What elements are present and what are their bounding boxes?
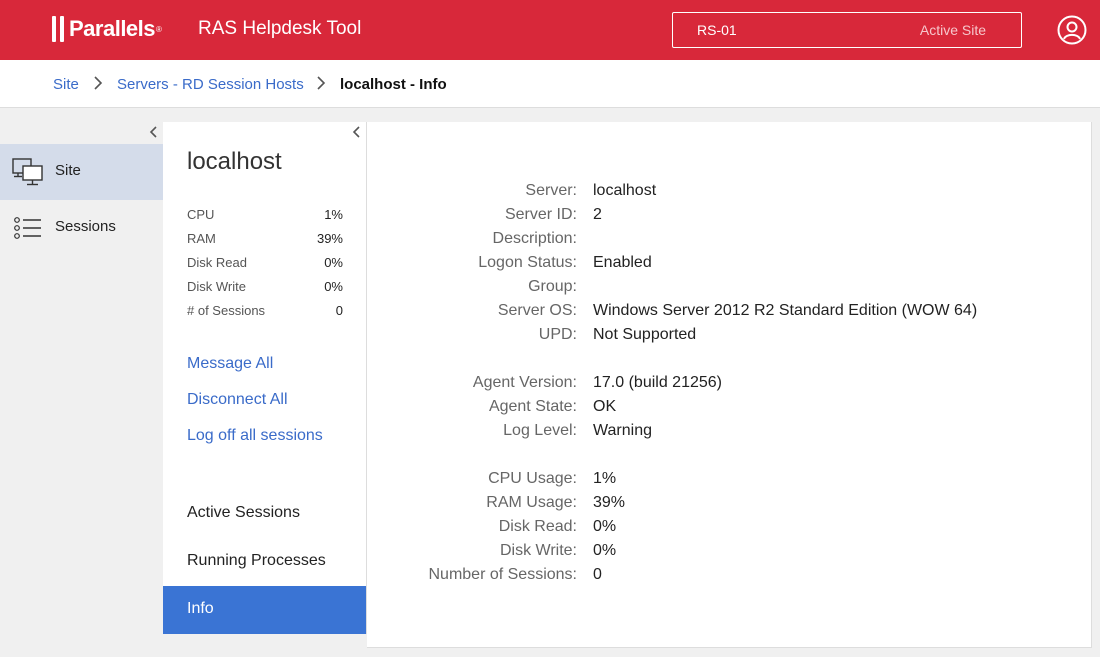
info-row-disk-write: Disk Write: 0% — [367, 542, 1087, 564]
nav-item-sessions[interactable]: Sessions — [0, 200, 163, 256]
parallels-logo: Parallels ® — [52, 15, 162, 43]
message-all-link[interactable]: Message All — [187, 355, 273, 373]
tab-label: Running Processes — [187, 552, 326, 569]
info-row-logon-status: Logon Status: Enabled — [367, 254, 1087, 276]
stat-label: Disk Read — [187, 255, 247, 270]
info-value: 0 — [593, 566, 602, 583]
chevron-right-icon — [94, 76, 103, 90]
user-circle-icon[interactable] — [1057, 15, 1087, 45]
stat-label: CPU — [187, 207, 215, 222]
chevron-right-icon — [317, 76, 326, 90]
tab-running-processes[interactable]: Running Processes — [163, 538, 366, 586]
tab-active-sessions[interactable]: Active Sessions — [163, 490, 366, 538]
info-value: 0% — [593, 542, 617, 559]
info-value: Warning — [593, 422, 652, 439]
info-label: RAM Usage: — [486, 494, 577, 511]
info-value: 39% — [593, 494, 626, 511]
parallels-bars-icon — [52, 16, 64, 42]
stat-disk-write: Disk Write 0% — [187, 279, 343, 294]
info-label: Disk Write: — [499, 542, 577, 559]
tab-label: Active Sessions — [187, 504, 300, 521]
breadcrumb-servers[interactable]: Servers - RD Session Hosts — [117, 76, 304, 93]
breadcrumb-site[interactable]: Site — [53, 76, 79, 93]
info-row-server-id: Server ID: 2 — [367, 206, 1087, 228]
registered-mark: ® — [156, 24, 162, 34]
monitors-icon — [12, 158, 43, 186]
info-value: Windows Server 2012 R2 Standard Edition … — [593, 302, 978, 319]
info-label: Agent State: — [488, 398, 577, 415]
stat-value: 39% — [316, 231, 343, 246]
info-value: 0% — [593, 518, 617, 535]
nav-item-site[interactable]: Site — [0, 144, 163, 200]
stat-value: 0% — [324, 279, 343, 294]
log-off-all-link[interactable]: Log off all sessions — [187, 427, 323, 445]
stat-ram: RAM 39% — [187, 231, 343, 246]
stat-cpu: CPU 1% — [187, 207, 343, 222]
tab-label: Info — [187, 600, 214, 617]
info-row-disk-read: Disk Read: 0% — [367, 518, 1087, 540]
info-label: CPU Usage: — [488, 470, 577, 487]
tab-info[interactable]: Info — [163, 586, 366, 634]
info-row-ram-usage: RAM Usage: 39% — [367, 494, 1087, 516]
info-label: Logon Status: — [478, 254, 577, 271]
host-title: localhost — [187, 148, 282, 175]
info-value: OK — [593, 398, 617, 415]
info-row-server: Server: localhost — [367, 182, 1087, 204]
app-header: Parallels ® RAS Helpdesk Tool RS-01 Acti… — [0, 0, 1100, 60]
host-panel: localhost CPU 1% RAM 39% Disk Read 0% Di… — [163, 122, 367, 634]
stat-value: 0% — [324, 255, 343, 270]
info-label: Server ID: — [504, 206, 577, 223]
info-value: localhost — [593, 182, 657, 199]
logo-text: Parallels — [69, 16, 156, 41]
collapse-left-icon[interactable] — [352, 126, 362, 138]
info-label: Description: — [492, 230, 577, 247]
info-label: Number of Sessions: — [428, 566, 577, 583]
nav-item-label: Sessions — [55, 218, 116, 235]
info-label: Agent Version: — [472, 374, 577, 391]
site-selector[interactable]: RS-01 Active Site — [672, 12, 1022, 48]
app-title: RAS Helpdesk Tool — [198, 18, 362, 39]
info-row-number-of-sessions: Number of Sessions: 0 — [367, 566, 1087, 588]
stat-disk-read: Disk Read 0% — [187, 255, 343, 270]
site-status: Active Site — [919, 22, 986, 38]
info-label: Server: — [525, 182, 577, 199]
info-label: UPD: — [538, 326, 577, 343]
stat-value: 1% — [324, 207, 343, 222]
info-label: Server OS: — [497, 302, 577, 319]
info-value: 1% — [593, 470, 617, 487]
info-row-agent-state: Agent State: OK — [367, 398, 1087, 420]
stat-value: 0 — [335, 303, 343, 318]
site-name: RS-01 — [697, 22, 737, 38]
list-icon — [14, 217, 41, 239]
nav-item-label: Site — [55, 162, 81, 179]
collapse-left-icon[interactable] — [149, 126, 159, 138]
info-row-server-os: Server OS: Windows Server 2012 R2 Standa… — [367, 302, 1087, 324]
info-row-agent-version: Agent Version: 17.0 (build 21256) — [367, 374, 1087, 396]
info-label: Log Level: — [503, 422, 577, 439]
info-row-description: Description: — [367, 230, 1087, 252]
stat-sessions: # of Sessions 0 — [187, 303, 343, 318]
disconnect-all-link[interactable]: Disconnect All — [187, 391, 288, 409]
left-navigation: Site Sessions — [0, 122, 163, 657]
info-label: Disk Read: — [498, 518, 577, 535]
stat-label: # of Sessions — [187, 303, 266, 318]
info-value: Not Supported — [593, 326, 697, 343]
info-value: 2 — [593, 206, 602, 223]
breadcrumb-current: localhost - Info — [340, 76, 447, 93]
info-row-log-level: Log Level: Warning — [367, 422, 1087, 444]
info-value: Enabled — [593, 254, 652, 271]
info-row-cpu-usage: CPU Usage: 1% — [367, 470, 1087, 492]
breadcrumb: Site Servers - RD Session Hosts localhos… — [0, 60, 1100, 108]
stat-label: RAM — [187, 231, 216, 246]
info-value: 17.0 (build 21256) — [593, 374, 722, 391]
stat-label: Disk Write — [187, 279, 246, 294]
info-row-group: Group: — [367, 278, 1087, 300]
info-row-upd: UPD: Not Supported — [367, 326, 1087, 348]
info-label: Group: — [528, 278, 577, 295]
info-panel: Server: localhost Server ID: 2 Descripti… — [367, 122, 1092, 648]
